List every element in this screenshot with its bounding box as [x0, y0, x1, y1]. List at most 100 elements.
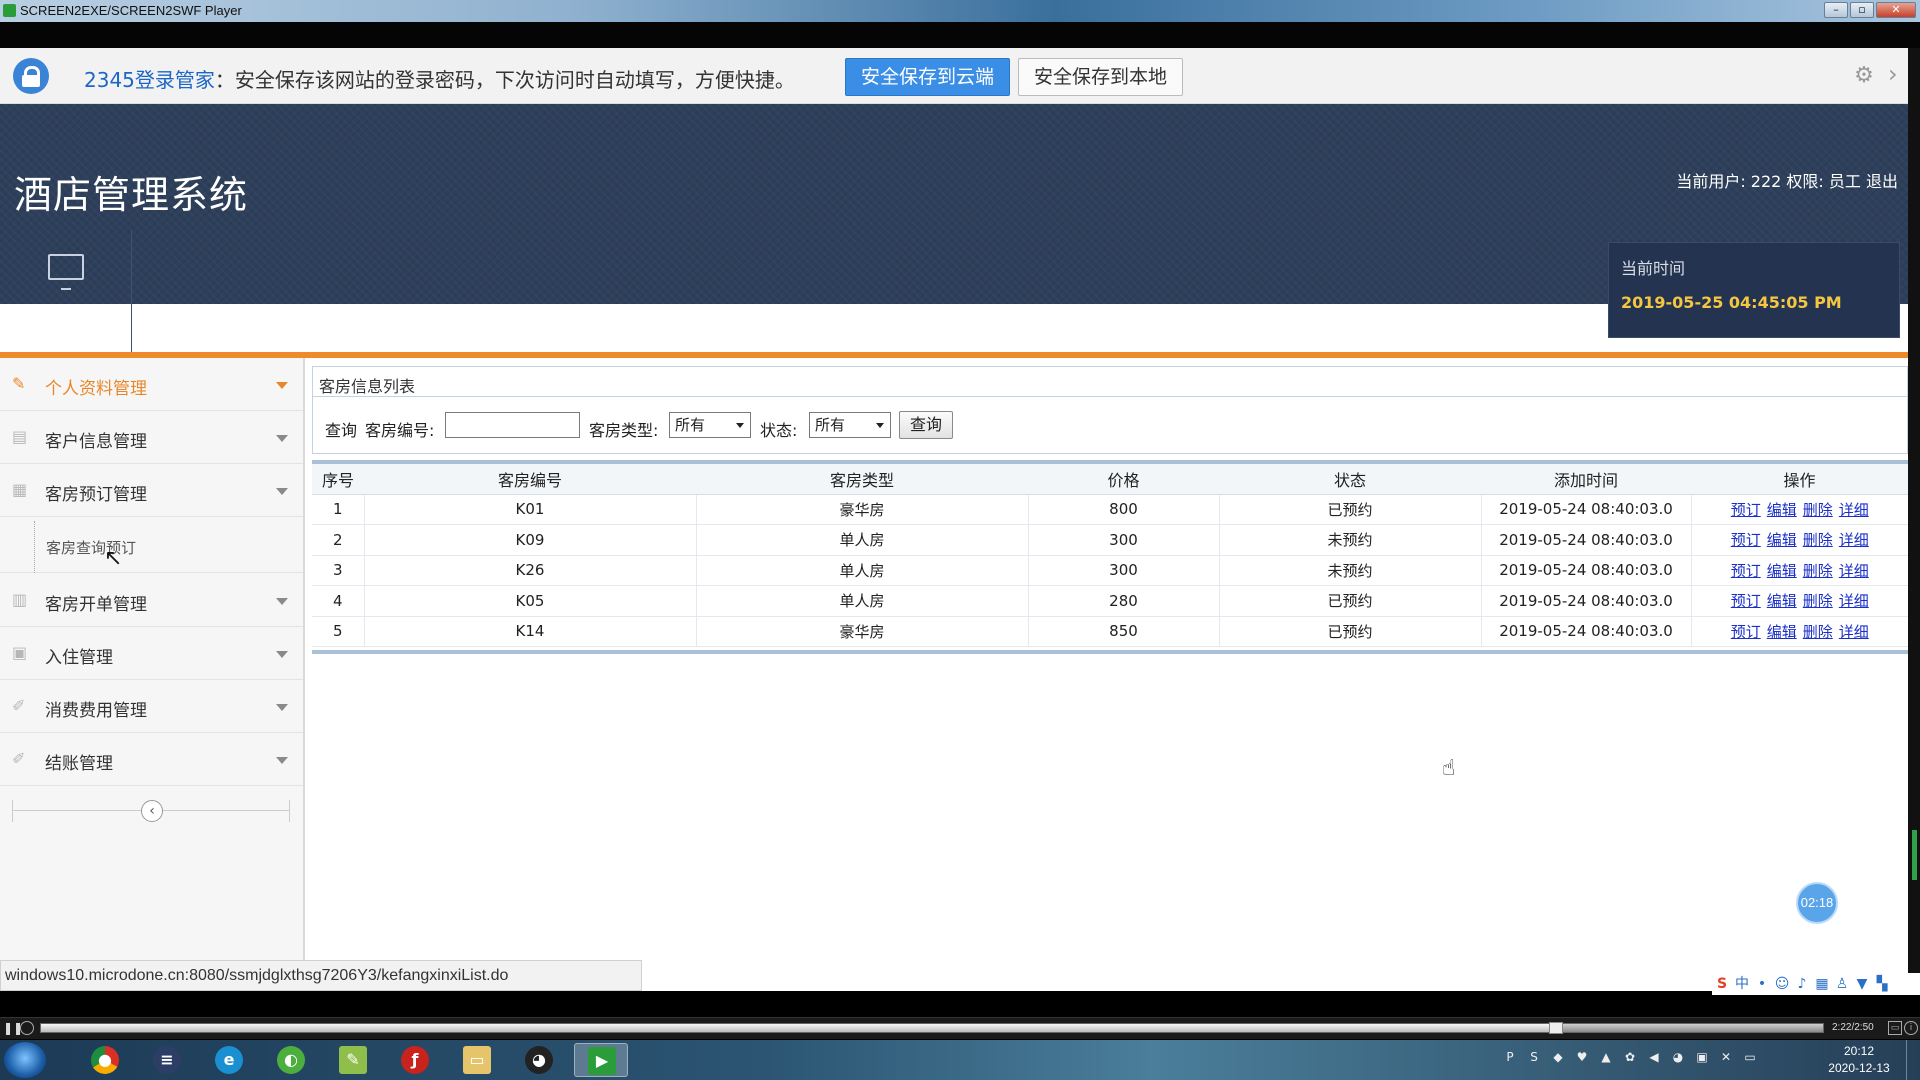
- rewind-icon[interactable]: [20, 1021, 34, 1035]
- mute-tray-icon[interactable]: ✕: [1716, 1047, 1736, 1067]
- save-to-local-button[interactable]: 安全保存到本地: [1018, 58, 1183, 96]
- browser-icon[interactable]: e: [202, 1043, 256, 1077]
- network-tray-icon[interactable]: ▣: [1692, 1047, 1712, 1067]
- progress-knob[interactable]: [1548, 1022, 1563, 1034]
- book-link[interactable]: 预订: [1731, 562, 1761, 580]
- chrome-icon[interactable]: ●: [78, 1043, 132, 1077]
- pause-icon[interactable]: ❚❚: [3, 1021, 23, 1035]
- col-header-type: 客房类型: [696, 464, 1028, 495]
- collapse-icon[interactable]: ‹: [141, 800, 163, 822]
- room-type-select[interactable]: 所有: [669, 412, 751, 438]
- calendar-icon: ▣: [12, 643, 28, 662]
- edit-link[interactable]: 编辑: [1767, 562, 1797, 580]
- cell-no: 4: [312, 585, 365, 617]
- save-to-cloud-button[interactable]: 安全保存到云端: [845, 58, 1010, 96]
- table-row: 1 K01 豪华房 800 已预约 2019-05-24 08:40:03.0 …: [312, 494, 1908, 525]
- minimize-icon[interactable]: –: [1824, 2, 1848, 18]
- mouse-pointer-icon: ↖: [104, 546, 123, 571]
- ime-keyboard-icon[interactable]: ▦: [1812, 973, 1832, 995]
- user-info[interactable]: 当前用户: 222 权限: 员工 退出: [1676, 168, 1898, 192]
- book-link[interactable]: 预订: [1731, 501, 1761, 519]
- maximize-icon[interactable]: ▫: [1850, 2, 1874, 18]
- flash-icon[interactable]: ƒ: [388, 1043, 442, 1077]
- gear-icon[interactable]: ⚙: [1852, 64, 1876, 88]
- brush-icon: ✐: [12, 696, 26, 715]
- close-icon[interactable]: ✕: [1876, 2, 1916, 18]
- edit-link[interactable]: 编辑: [1767, 592, 1797, 610]
- cell-actions: 预订 编辑 删除 详细: [1691, 585, 1908, 617]
- info-icon[interactable]: i: [1904, 1021, 1918, 1035]
- show-desktop-button[interactable]: 显示桌面: [0, 230, 132, 354]
- start-button-icon[interactable]: [4, 1042, 46, 1078]
- book-link[interactable]: 预订: [1731, 531, 1761, 549]
- ime-mic-icon[interactable]: ♪: [1792, 973, 1812, 995]
- ime-punct-icon[interactable]: •: [1752, 973, 1772, 995]
- edit-link[interactable]: 编辑: [1767, 531, 1797, 549]
- ime-grid-icon[interactable]: ▚: [1872, 973, 1892, 995]
- ime-user-icon[interactable]: ♙: [1832, 973, 1852, 995]
- sidebar-item-checkin[interactable]: ▣ 入住管理: [0, 627, 303, 680]
- pc-tray-icon[interactable]: P: [1500, 1047, 1520, 1067]
- room-no-label: 客房编号:: [365, 421, 435, 440]
- delete-link[interactable]: 删除: [1803, 531, 1833, 549]
- screen-player-icon[interactable]: ▶: [574, 1043, 628, 1077]
- sidebar-item-checkout[interactable]: ✐ 结账管理: [0, 733, 303, 786]
- 360-icon[interactable]: ◐: [264, 1043, 318, 1077]
- shield-tray-icon[interactable]: ◆: [1548, 1047, 1568, 1067]
- search-button[interactable]: 查询: [899, 411, 953, 439]
- fullscreen-icon[interactable]: ▭: [1888, 1021, 1902, 1035]
- taskbar-clock[interactable]: 20:12 2020-12-13: [1822, 1043, 1896, 1077]
- delete-link[interactable]: 删除: [1803, 562, 1833, 580]
- scroll-indicator[interactable]: [1912, 830, 1917, 880]
- detail-link[interactable]: 详细: [1839, 531, 1869, 549]
- show-desktop-label: 显示桌面: [33, 314, 98, 333]
- sidebar-item-customers[interactable]: ▤ 客户信息管理: [0, 411, 303, 464]
- status-select[interactable]: 所有: [809, 412, 891, 438]
- edit-link[interactable]: 编辑: [1767, 501, 1797, 519]
- sidebar-item-billing-open[interactable]: ▥ 客房开单管理: [0, 574, 303, 627]
- close-bar-icon[interactable]: ›: [1888, 62, 1898, 86]
- book-link[interactable]: 预订: [1731, 592, 1761, 610]
- detail-link[interactable]: 详细: [1839, 501, 1869, 519]
- display-tray-icon[interactable]: ▭: [1740, 1047, 1760, 1067]
- sidebar-item-expenses[interactable]: ✐ 消费费用管理: [0, 680, 303, 733]
- progress-track[interactable]: [40, 1022, 1824, 1034]
- sidebar-subitem-room-query[interactable]: 客房查询预订: [0, 521, 303, 573]
- delete-link[interactable]: 删除: [1803, 501, 1833, 519]
- delete-link[interactable]: 删除: [1803, 623, 1833, 641]
- main-panel: 客房信息列表 查询 客房编号: 客房类型: 所有 状态: 所有 查询 序号 客房…: [312, 366, 1908, 666]
- app-menu-icon[interactable]: ≡: [140, 1043, 194, 1077]
- collapse-left-edge: [12, 800, 13, 822]
- sidebar-item-label: 入住管理: [45, 648, 113, 668]
- sidebar-item-profile[interactable]: ✎ 个人资料管理: [0, 358, 303, 411]
- ime-shirt-icon[interactable]: ▼: [1852, 973, 1872, 995]
- heart-tray-icon[interactable]: ♥: [1572, 1047, 1592, 1067]
- delete-link[interactable]: 删除: [1803, 592, 1833, 610]
- folder-icon[interactable]: ▭: [450, 1043, 504, 1077]
- sidebar-item-booking[interactable]: ▦ 客房预订管理: [0, 464, 303, 517]
- sogou-icon[interactable]: S: [1712, 973, 1732, 995]
- show-desktop-corner[interactable]: [1906, 1040, 1920, 1080]
- upload-tray-icon[interactable]: ▲: [1596, 1047, 1616, 1067]
- cell-actions: 预订 编辑 删除 详细: [1691, 494, 1908, 525]
- room-no-input[interactable]: [445, 412, 580, 438]
- ime-chinese-icon[interactable]: 中: [1732, 973, 1752, 995]
- book-link[interactable]: 预订: [1731, 623, 1761, 641]
- detail-link[interactable]: 详细: [1839, 562, 1869, 580]
- sidebar-collapse: ‹: [12, 800, 290, 822]
- gear-tray-icon[interactable]: ✿: [1620, 1047, 1640, 1067]
- ime-smile-icon[interactable]: ☺: [1772, 973, 1792, 995]
- timer-badge[interactable]: 02:18: [1796, 882, 1838, 924]
- detail-link[interactable]: 详细: [1839, 623, 1869, 641]
- pencil-icon: ✎: [12, 374, 26, 393]
- edit-link[interactable]: 编辑: [1767, 623, 1797, 641]
- cell-time: 2019-05-24 08:40:03.0: [1481, 585, 1692, 617]
- qq-tray-icon[interactable]: ◕: [1668, 1047, 1688, 1067]
- notepad-icon[interactable]: ✎: [326, 1043, 380, 1077]
- cell-room: K09: [364, 524, 697, 556]
- sogou-tray-icon[interactable]: S: [1524, 1047, 1544, 1067]
- qq-icon[interactable]: ◕: [512, 1043, 566, 1077]
- sidebar-item-label: 结账管理: [45, 754, 113, 774]
- volume-tray-icon[interactable]: ◀: [1644, 1047, 1664, 1067]
- detail-link[interactable]: 详细: [1839, 592, 1869, 610]
